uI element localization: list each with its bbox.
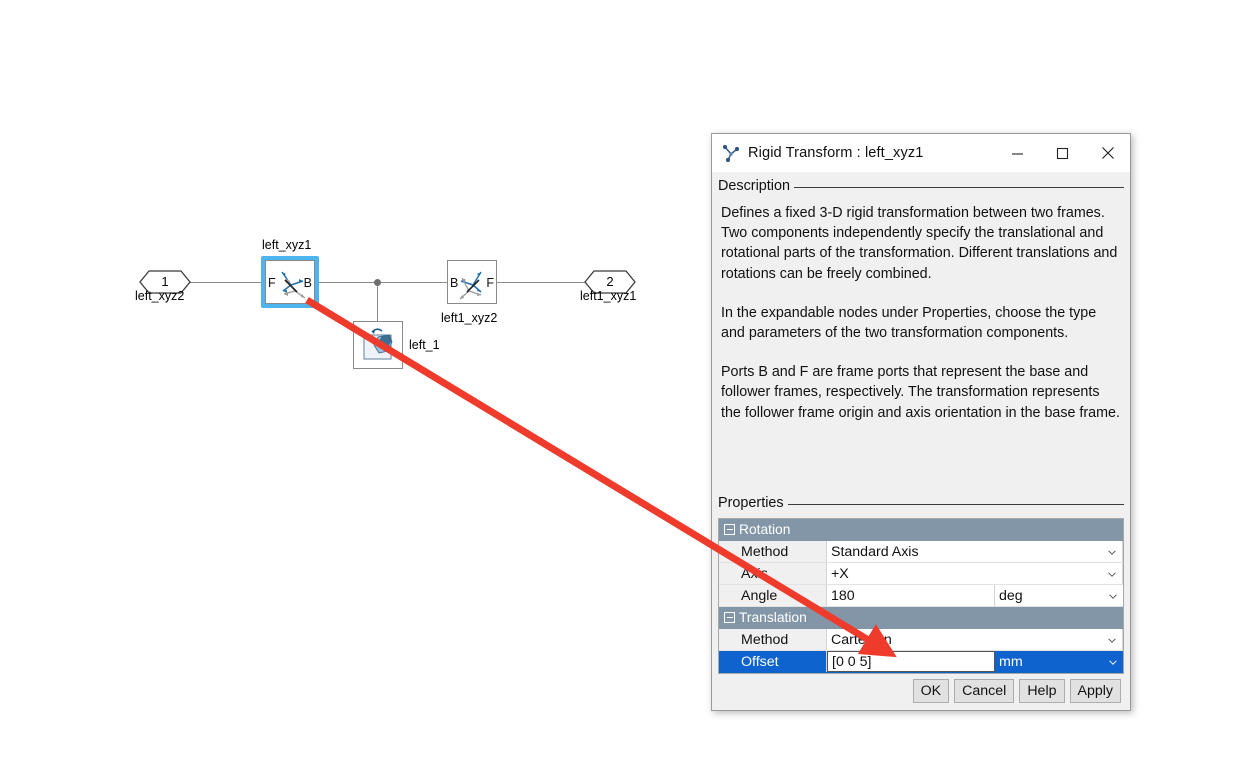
description-group-header: Description [718, 175, 1124, 197]
property-unit-dropdown[interactable]: deg [995, 585, 1123, 606]
dialog-body: Description Defines a fixed 3-D rigid tr… [712, 172, 1130, 710]
close-icon [1101, 147, 1114, 159]
section-label: Rotation [739, 522, 791, 537]
table-row-rotation-angle[interactable]: Angle 180 deg [719, 585, 1123, 607]
offset-unit-dropdown[interactable]: mm [995, 651, 1123, 672]
property-name: Method [719, 541, 827, 562]
block-label-left_xyz2: left_xyz2 [135, 289, 185, 303]
collapse-expander-icon[interactable] [724, 612, 735, 623]
dialog-button-bar: OK Cancel Help Apply [718, 674, 1124, 710]
table-row-rotation-axis[interactable]: Axis +X [719, 563, 1123, 585]
wire-tf2-to-out2 [496, 282, 588, 284]
description-paragraph-2: In the expandable nodes under Properties… [721, 304, 1097, 342]
minimize-icon [1012, 152, 1023, 155]
property-value-dropdown[interactable]: +X [827, 563, 1123, 584]
properties-section-translation[interactable]: Translation [719, 607, 1123, 629]
property-value-text: 180 [831, 587, 855, 604]
property-value-text: Standard Axis [831, 543, 919, 560]
rigid-transform-dialog[interactable]: Rigid Transform : left_xyz1 Description … [711, 133, 1131, 711]
properties-group-label: Properties [718, 495, 784, 511]
chevron-down-icon[interactable] [1108, 637, 1116, 643]
property-value-dropdown[interactable]: Cartesian [827, 629, 1123, 650]
property-name: Axis [719, 563, 827, 584]
maximize-button[interactable] [1040, 134, 1085, 172]
block-left_xyz1[interactable]: F B [265, 260, 315, 304]
offset-value-input[interactable]: [0 0 5] [827, 651, 995, 672]
wire-in1-to-tf1 [189, 282, 262, 284]
description-paragraph-3: Ports B and F are frame ports that repre… [721, 364, 1120, 421]
chevron-down-icon[interactable] [1108, 549, 1116, 555]
outport-number: 2 [606, 274, 614, 289]
block-left1_xyz2[interactable]: B F [447, 260, 497, 304]
property-name: Offset [719, 651, 827, 672]
ok-button[interactable]: OK [912, 679, 950, 703]
rigid-transform-icon [722, 144, 740, 163]
property-unit-text: deg [999, 587, 1023, 604]
property-value-text: +X [831, 565, 849, 582]
property-value-input[interactable]: 180 [827, 585, 995, 606]
close-button[interactable] [1085, 134, 1130, 172]
properties-table[interactable]: Rotation Method Standard Axis Axis +X An… [718, 518, 1124, 674]
maximize-icon [1056, 147, 1069, 159]
wire-branch-to-solid [377, 282, 379, 321]
table-row-translation-method[interactable]: Method Cartesian [719, 629, 1123, 651]
minimize-button[interactable] [995, 134, 1040, 172]
frame-axes-icon [459, 271, 482, 300]
property-name: Method [719, 629, 827, 650]
block-label-left_1: left_1 [409, 338, 440, 352]
cancel-button[interactable]: Cancel [954, 679, 1015, 703]
chevron-down-icon[interactable] [1109, 659, 1117, 665]
wire-tf1-to-tf2 [319, 282, 449, 284]
block-label-left1_xyz2: left1_xyz2 [441, 311, 498, 325]
frame-axes-icon [281, 271, 306, 299]
dialog-titlebar[interactable]: Rigid Transform : left_xyz1 [712, 134, 1130, 172]
block-label-left_xyz1: left_xyz1 [262, 238, 312, 252]
chevron-down-icon[interactable] [1108, 571, 1116, 577]
collapse-expander-icon[interactable] [724, 524, 735, 535]
property-value-text: Cartesian [831, 631, 892, 648]
solid-shape-icon [363, 328, 393, 360]
help-button[interactable]: Help [1019, 679, 1065, 703]
section-label: Translation [739, 610, 807, 625]
property-name: Angle [719, 585, 827, 606]
wire-junction [374, 279, 381, 286]
description-paragraph-1: Defines a fixed 3-D rigid transformation… [721, 205, 1118, 282]
table-row-rotation-method[interactable]: Method Standard Axis [719, 541, 1123, 563]
dialog-title: Rigid Transform : left_xyz1 [748, 145, 924, 161]
window-controls [995, 134, 1130, 172]
description-group-label: Description [718, 178, 790, 194]
chevron-down-icon[interactable] [1109, 593, 1117, 599]
apply-button[interactable]: Apply [1069, 679, 1121, 703]
group-divider-line [787, 504, 1124, 505]
property-value-text: [0 0 5] [832, 653, 872, 670]
properties-group-header: Properties [718, 492, 1124, 514]
group-divider-line [793, 187, 1124, 188]
inport-number: 1 [161, 274, 169, 289]
property-unit-text: mm [999, 653, 1023, 670]
table-row-translation-offset[interactable]: Offset [0 0 5] mm [719, 651, 1123, 673]
description-text: Defines a fixed 3-D rigid transformation… [718, 197, 1124, 423]
property-value-dropdown[interactable]: Standard Axis [827, 541, 1123, 562]
block-left_1[interactable] [353, 321, 403, 369]
properties-section-rotation[interactable]: Rotation [719, 519, 1123, 541]
